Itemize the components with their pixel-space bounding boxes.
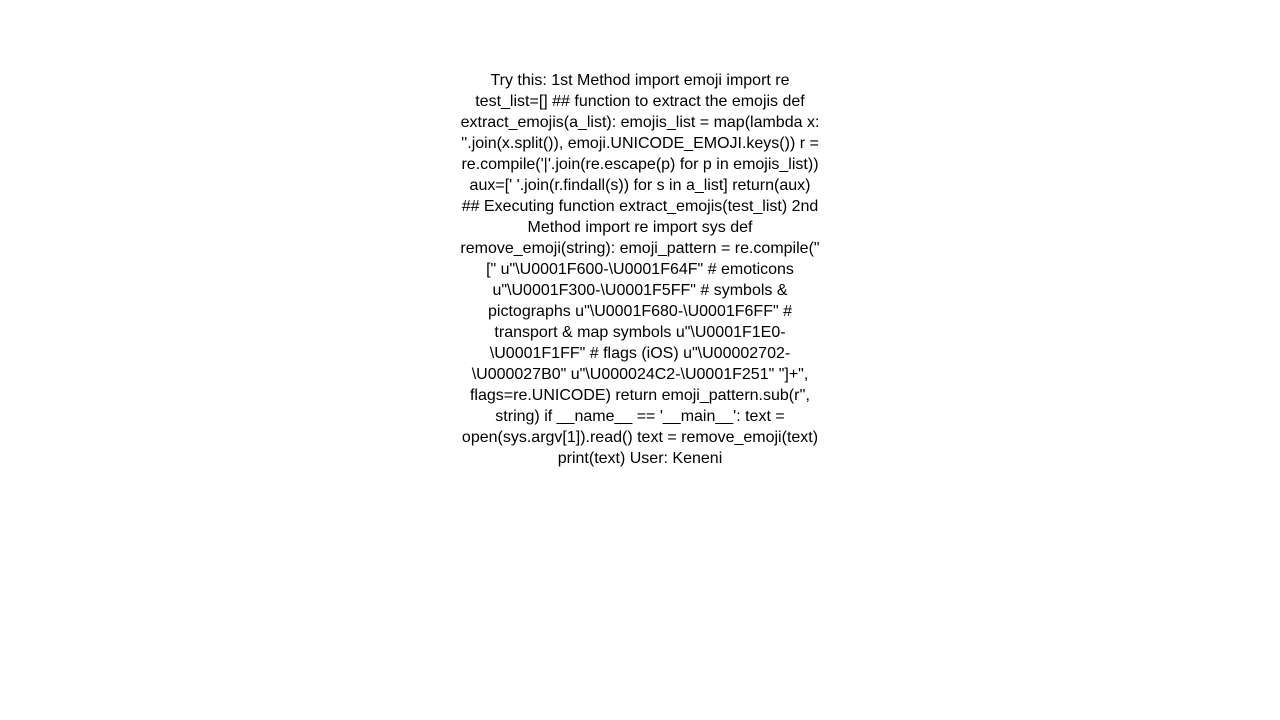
answer-text-block: Try this: 1st Method import emoji import… (459, 70, 822, 469)
page-root: Try this: 1st Method import emoji import… (0, 0, 1280, 720)
answer-body: Try this: 1st Method import emoji import… (460, 72, 820, 467)
